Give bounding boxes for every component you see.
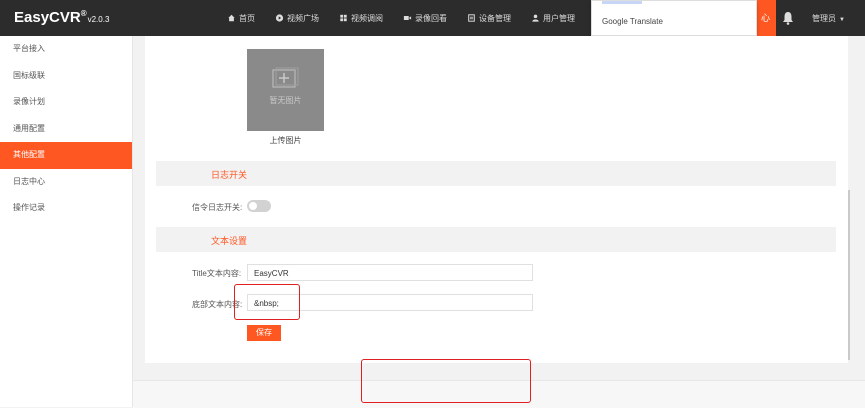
nav-label: 设备管理: [479, 13, 511, 23]
main-nav: 首页 视频广场 视频调阅 录像回看 设备管理 用户管理: [227, 0, 595, 36]
sidebar-item-platform-access[interactable]: 平台接入: [0, 36, 132, 63]
nav-label: 视频广场: [287, 13, 319, 23]
sidebar-item-general-config[interactable]: 通用配置: [0, 116, 132, 143]
image-upload-box[interactable]: 暂无图片: [247, 49, 324, 131]
section-title: 文本设置: [211, 236, 248, 246]
bell-icon[interactable]: [782, 11, 794, 25]
chevron-down-icon: ▼: [839, 17, 845, 23]
sidebar-item-label: 操作记录: [13, 203, 45, 212]
play-circle-icon: [275, 14, 284, 22]
text-settings-section-header: 文本设置: [156, 227, 836, 252]
device-icon: [468, 14, 475, 22]
image-placeholder-icon: [272, 67, 299, 88]
nav-playback[interactable]: 录像回看: [403, 0, 447, 36]
logo-registered-mark: ®: [80, 9, 87, 18]
sidebar-item-operation-log[interactable]: 操作记录: [0, 195, 132, 222]
translate-highlight-bar: [602, 1, 642, 4]
translate-label: Google Translate: [602, 17, 663, 26]
annotation-box-footer-input: [234, 284, 300, 320]
nav-label: 视频调阅: [351, 13, 383, 23]
sidebar: 平台接入 国标级联 录像计划 通用配置 其他配置 日志中心 操作记录: [0, 36, 133, 407]
sidebar-item-label: 日志中心: [13, 176, 45, 186]
sidebar-item-log-center[interactable]: 日志中心: [0, 169, 132, 196]
nav-device-management[interactable]: 设备管理: [467, 0, 511, 36]
sidebar-item-label: 国标级联: [13, 70, 45, 80]
nav-label: 录像回看: [415, 13, 447, 23]
section-title: 日志开关: [211, 170, 248, 180]
user-icon: [532, 14, 539, 22]
upload-image-label[interactable]: 上传图片: [247, 135, 324, 146]
save-button[interactable]: 保存: [247, 325, 281, 341]
sidebar-item-label: 通用配置: [13, 123, 45, 133]
scrollbar[interactable]: [848, 190, 850, 360]
toggle-knob: [249, 202, 257, 210]
active-nav-tab-label: 心: [760, 13, 770, 23]
grid-icon: [340, 14, 347, 22]
annotation-box-footer-area: [361, 359, 531, 403]
image-placeholder-text: 暂无图片: [269, 96, 302, 105]
sidebar-item-record-plan[interactable]: 录像计划: [0, 89, 132, 116]
signal-log-label: 信令日志开关:: [192, 203, 243, 212]
log-switch-section-header: 日志开关: [156, 161, 836, 186]
sidebar-item-label: 录像计划: [13, 97, 45, 106]
nav-label: 首页: [239, 13, 255, 23]
app-logo[interactable]: EasyCVR®v2.0.3: [14, 9, 109, 26]
sidebar-item-gb-cascade[interactable]: 国标级联: [0, 63, 132, 90]
sidebar-item-other-config[interactable]: 其他配置: [0, 142, 132, 169]
user-menu[interactable]: 管理员 ▼: [812, 13, 845, 24]
translate-popup[interactable]: Google Translate: [591, 0, 757, 36]
nav-video-view[interactable]: 视频调阅: [339, 0, 383, 36]
nav-video-square[interactable]: 视频广场: [275, 0, 319, 36]
logo-text: EasyCVR: [14, 9, 81, 26]
nav-user-management[interactable]: 用户管理: [531, 0, 575, 36]
nav-label: 用户管理: [543, 13, 575, 23]
title-text-input[interactable]: EasyCVR: [247, 264, 533, 281]
user-name: 管理员: [812, 14, 836, 23]
home-icon: [228, 14, 235, 22]
sidebar-item-label: 平台接入: [13, 44, 45, 53]
sidebar-item-label: 其他配置: [13, 150, 45, 159]
title-text-label: Title文本内容:: [192, 269, 242, 278]
version-label: v2.0.3: [87, 15, 110, 24]
signal-log-toggle[interactable]: [247, 200, 271, 212]
nav-home[interactable]: 首页: [227, 0, 255, 36]
video-camera-icon: [403, 16, 412, 20]
